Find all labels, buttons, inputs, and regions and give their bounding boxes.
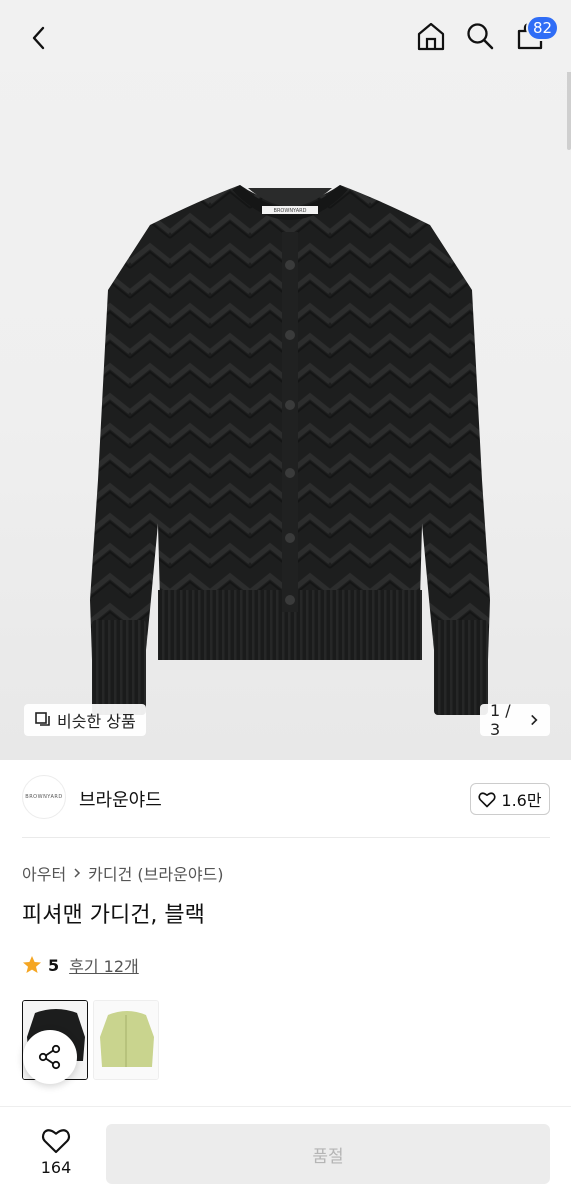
brand-name[interactable]: 브라운야드 xyxy=(79,786,162,812)
page-indicator-text: 1 / 3 xyxy=(490,701,511,739)
gallery-page-indicator[interactable]: 1 / 3 xyxy=(480,701,550,739)
color-option-lime[interactable] xyxy=(93,1000,159,1080)
breadcrumb-item-outer[interactable]: 아우터 xyxy=(22,861,66,885)
rating-score: 5 xyxy=(48,955,60,975)
thumbnail-image xyxy=(94,1001,158,1079)
top-header: 82 xyxy=(0,0,571,72)
home-button[interactable] xyxy=(411,16,451,56)
rating-row: 5 후기 12개 xyxy=(22,953,139,977)
review-count-link[interactable]: 후기 12개 xyxy=(69,953,139,977)
heart-icon xyxy=(41,1129,71,1154)
bottom-action-bar: 164 품절 xyxy=(0,1106,571,1200)
similar-products-button[interactable]: 비슷한 상품 xyxy=(24,704,146,736)
product-image: BROWNYARD xyxy=(90,185,490,715)
similar-products-label: 비슷한 상품 xyxy=(57,712,136,731)
chevron-right-icon xyxy=(531,714,538,726)
back-button[interactable] xyxy=(20,18,60,58)
heart-icon xyxy=(478,791,496,807)
svg-text:BROWNYARD: BROWNYARD xyxy=(274,208,307,214)
share-icon xyxy=(38,1044,61,1070)
divider xyxy=(22,837,550,838)
cart-count-badge: 82 xyxy=(526,15,560,41)
chevron-right-icon xyxy=(74,868,81,878)
copy-icon xyxy=(35,712,50,726)
wishlist-count: 164 xyxy=(40,1158,72,1177)
home-icon xyxy=(417,22,445,51)
brand-row[interactable]: BROWNYARD 브라운야드 1.6만 xyxy=(22,775,550,823)
product-title: 피셔맨 가디건, 블랙 xyxy=(22,903,205,928)
brand-like-count: 1.6만 xyxy=(501,791,542,810)
breadcrumb: 아우터 카디건 (브라운야드) xyxy=(22,861,224,885)
scrollbar[interactable] xyxy=(567,70,571,150)
star-icon xyxy=(23,956,41,973)
brand-logo[interactable]: BROWNYARD xyxy=(22,775,66,819)
search-icon xyxy=(467,23,494,50)
search-button[interactable] xyxy=(460,16,500,56)
product-gallery[interactable]: BROWNYARD 비슷한 상품 1 / 3 xyxy=(0,0,571,760)
share-button[interactable] xyxy=(23,1030,77,1084)
brand-like-button[interactable]: 1.6만 xyxy=(470,783,550,815)
back-icon xyxy=(32,26,45,50)
breadcrumb-item-cardigan[interactable]: 카디건 (브라운야드) xyxy=(88,861,223,885)
wishlist-button[interactable]: 164 xyxy=(28,1127,84,1177)
sold-out-button[interactable]: 품절 xyxy=(106,1124,550,1184)
